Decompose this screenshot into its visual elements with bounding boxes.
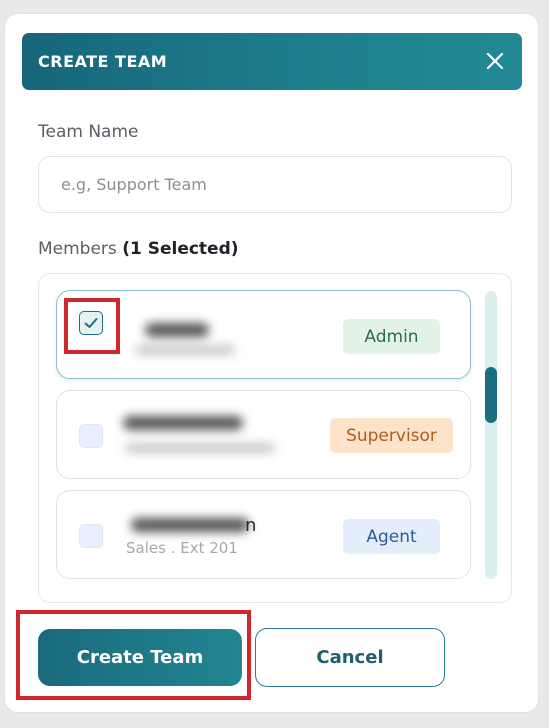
member-name: n	[245, 515, 257, 536]
close-icon[interactable]	[484, 50, 506, 72]
member-checkbox[interactable]	[79, 424, 103, 448]
member-name-redacted	[131, 518, 249, 532]
dialog-title: CREATE TEAM	[38, 52, 168, 71]
role-badge: Agent	[343, 519, 440, 554]
member-checkbox[interactable]	[79, 524, 103, 548]
scrollbar-track[interactable]	[485, 291, 497, 579]
member-subtitle: Sales . Ext 201	[126, 539, 238, 557]
team-name-input[interactable]	[38, 156, 512, 213]
team-name-label: Team Name	[38, 122, 139, 142]
member-name-redacted	[145, 323, 209, 337]
member-card[interactable]: Admin	[56, 290, 471, 379]
member-name-redacted	[123, 416, 243, 430]
member-subtitle-redacted	[125, 443, 275, 453]
cancel-button[interactable]: Cancel	[255, 628, 445, 687]
scrollbar-thumb[interactable]	[485, 367, 497, 423]
member-checkbox[interactable]	[79, 311, 103, 335]
member-card[interactable]: Supervisor	[56, 390, 471, 479]
create-team-button[interactable]: Create Team	[38, 629, 242, 686]
role-badge: Admin	[343, 319, 440, 354]
member-card[interactable]: n Sales . Ext 201 Agent	[56, 490, 471, 579]
role-badge: Supervisor	[330, 418, 453, 453]
members-label: Members (1 Selected)	[38, 239, 239, 259]
members-label-text: Members	[38, 239, 117, 259]
member-subtitle-redacted	[135, 345, 235, 355]
dialog-header: CREATE TEAM	[22, 33, 522, 90]
selected-count: (1 Selected)	[122, 239, 239, 259]
check-icon	[84, 318, 98, 328]
